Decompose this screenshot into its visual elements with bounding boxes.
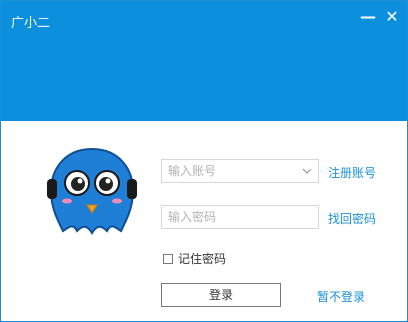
login-button[interactable]: 登录 — [161, 283, 281, 307]
register-account-link[interactable]: 注册账号 — [328, 164, 376, 181]
login-window: 广小二 — ✕ 注册账号 找回密码 记住密码 — [0, 0, 408, 322]
window-title: 广小二 — [11, 16, 51, 31]
minimize-button[interactable]: — — [357, 6, 379, 28]
skip-login-link[interactable]: 暂不登录 — [317, 288, 365, 305]
header-banner: 广小二 — ✕ — [1, 1, 407, 121]
password-field[interactable] — [161, 205, 319, 229]
chevron-down-icon[interactable] — [302, 166, 312, 176]
account-field[interactable] — [161, 159, 319, 183]
remember-password-checkbox[interactable] — [163, 253, 173, 264]
password-input[interactable] — [162, 206, 318, 228]
mascot-avatar-icon — [47, 147, 137, 235]
account-input[interactable] — [162, 160, 318, 182]
recover-password-link[interactable]: 找回密码 — [328, 210, 376, 227]
remember-password-option[interactable]: 记住密码 — [163, 250, 226, 267]
remember-password-label: 记住密码 — [178, 252, 227, 266]
close-button[interactable]: ✕ — [381, 6, 403, 28]
